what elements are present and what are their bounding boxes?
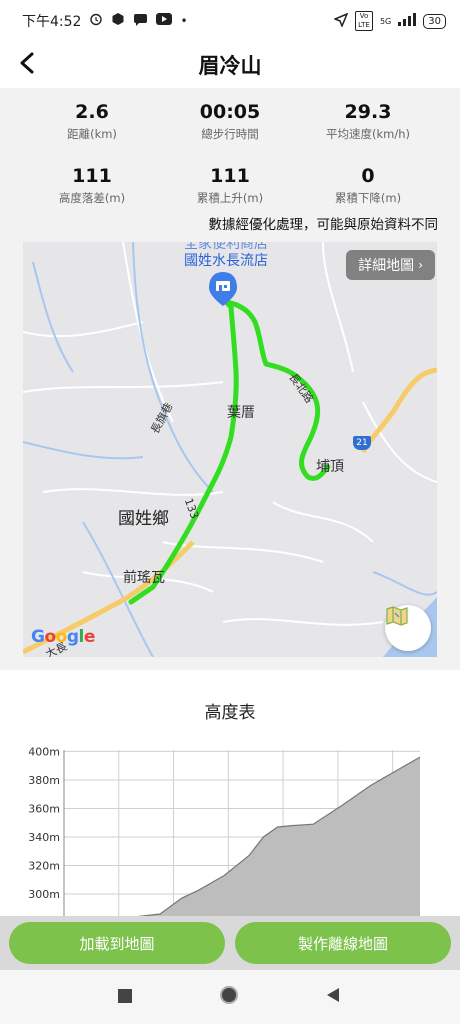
poi-label-line-2: 國姓水長流店 [184, 253, 268, 269]
poi-pin-icon[interactable] [209, 272, 237, 306]
network-type: 5G [379, 16, 392, 26]
y-tick-label: 400m [28, 746, 60, 758]
stat-total-descent: 0 累積下降(m) [298, 164, 438, 206]
chevron-right-icon: › [418, 258, 423, 272]
status-left: 下午4:52 • [22, 11, 188, 31]
map-label-village: 前瑤瓦 [123, 570, 165, 586]
action-bar: 加載到地圖 製作離線地圖 [0, 916, 460, 970]
status-time: 下午4:52 [22, 14, 82, 30]
map-layers-button[interactable] [385, 605, 431, 651]
stat-avg-speed: 29.3 平均速度(km/h) [298, 100, 438, 142]
header: 眉冷山 [0, 42, 460, 88]
route-shield: 21 [353, 436, 371, 450]
alarm-icon [89, 12, 103, 30]
detail-map-label: 詳細地圖 [358, 258, 415, 274]
status-bar: 下午4:52 • Vo LTE 5G 30 [0, 0, 460, 42]
data-optimization-note: 數據經優化處理，可能與原始資料不同 [208, 217, 439, 233]
y-tick-label: 300m [28, 888, 60, 901]
circle-icon [218, 984, 240, 1010]
chevron-left-icon [18, 52, 36, 78]
page-title: 眉冷山 [198, 54, 262, 78]
stat-value: 2.6 [75, 101, 109, 123]
stat-value: 00:05 [199, 101, 261, 123]
system-nav-bar [0, 970, 460, 1024]
poi-label[interactable]: 全家便利商店 國姓水長流店 [171, 242, 281, 270]
y-tick-label: 320m [28, 860, 60, 873]
back-button[interactable] [10, 48, 44, 82]
location-icon [332, 12, 349, 30]
app-hex-icon [111, 12, 125, 30]
stat-value: 111 [210, 165, 250, 187]
stat-label: 累積上升(m) [196, 191, 264, 205]
make-offline-map-button[interactable]: 製作離線地圖 [235, 922, 451, 964]
home-button[interactable] [218, 986, 240, 1008]
stat-total-time: 00:05 總步行時間 [160, 100, 300, 142]
stat-value: 29.3 [344, 101, 392, 123]
google-logo: Google [31, 627, 95, 647]
elevation-title: 高度表 [204, 703, 256, 723]
youtube-icon [156, 13, 173, 29]
stat-distance: 2.6 距離(km) [22, 100, 162, 142]
load-to-map-button[interactable]: 加載到地圖 [9, 922, 225, 964]
detail-map-button[interactable]: 詳細地圖 › [346, 250, 435, 280]
more-notifications-dot: • [180, 14, 188, 28]
map-label-township: 國姓鄉 [118, 509, 169, 529]
square-icon [118, 988, 132, 1007]
stat-label: 總步行時間 [201, 127, 259, 141]
poi-label-line-1: 全家便利商店 [184, 242, 268, 252]
y-tick-label: 360m [28, 802, 60, 815]
stat-value: 0 [361, 165, 375, 187]
map-label-village: 葉厝 [227, 405, 255, 421]
signal-icon [398, 13, 417, 29]
elevation-area [64, 757, 420, 924]
y-tick-label: 380m [28, 774, 60, 787]
elevation-chart: 400m380m360m340m320m300m280m [28, 746, 421, 926]
message-icon [133, 12, 148, 30]
status-right: Vo LTE 5G 30 [332, 11, 446, 31]
elevation-section: 高度表 400m380m360m340m320m300m280m [0, 670, 460, 926]
map-canvas [23, 242, 437, 657]
recents-button[interactable] [114, 986, 136, 1008]
stat-label: 平均速度(km/h) [326, 127, 410, 141]
volte-badge: Vo LTE [354, 11, 373, 31]
map-label-village: 埔頂 [316, 459, 344, 475]
triangle-back-icon [325, 987, 341, 1007]
stat-label: 累積下降(m) [334, 191, 402, 205]
battery-indicator: 30 [423, 13, 446, 29]
stat-label: 高度落差(m) [58, 191, 126, 205]
stat-total-ascent: 111 累積上升(m) [160, 164, 300, 206]
back-nav-button[interactable] [322, 986, 344, 1008]
y-tick-label: 340m [28, 831, 60, 844]
stat-label: 距離(km) [67, 127, 117, 141]
stat-elevation-diff: 111 高度落差(m) [22, 164, 162, 206]
stat-value: 111 [72, 165, 112, 187]
route-map[interactable]: 全家便利商店 國姓水長流店 國姓鄉 葉厝 埔頂 前瑤瓦 長旗巷 長北路 133 … [23, 242, 437, 657]
